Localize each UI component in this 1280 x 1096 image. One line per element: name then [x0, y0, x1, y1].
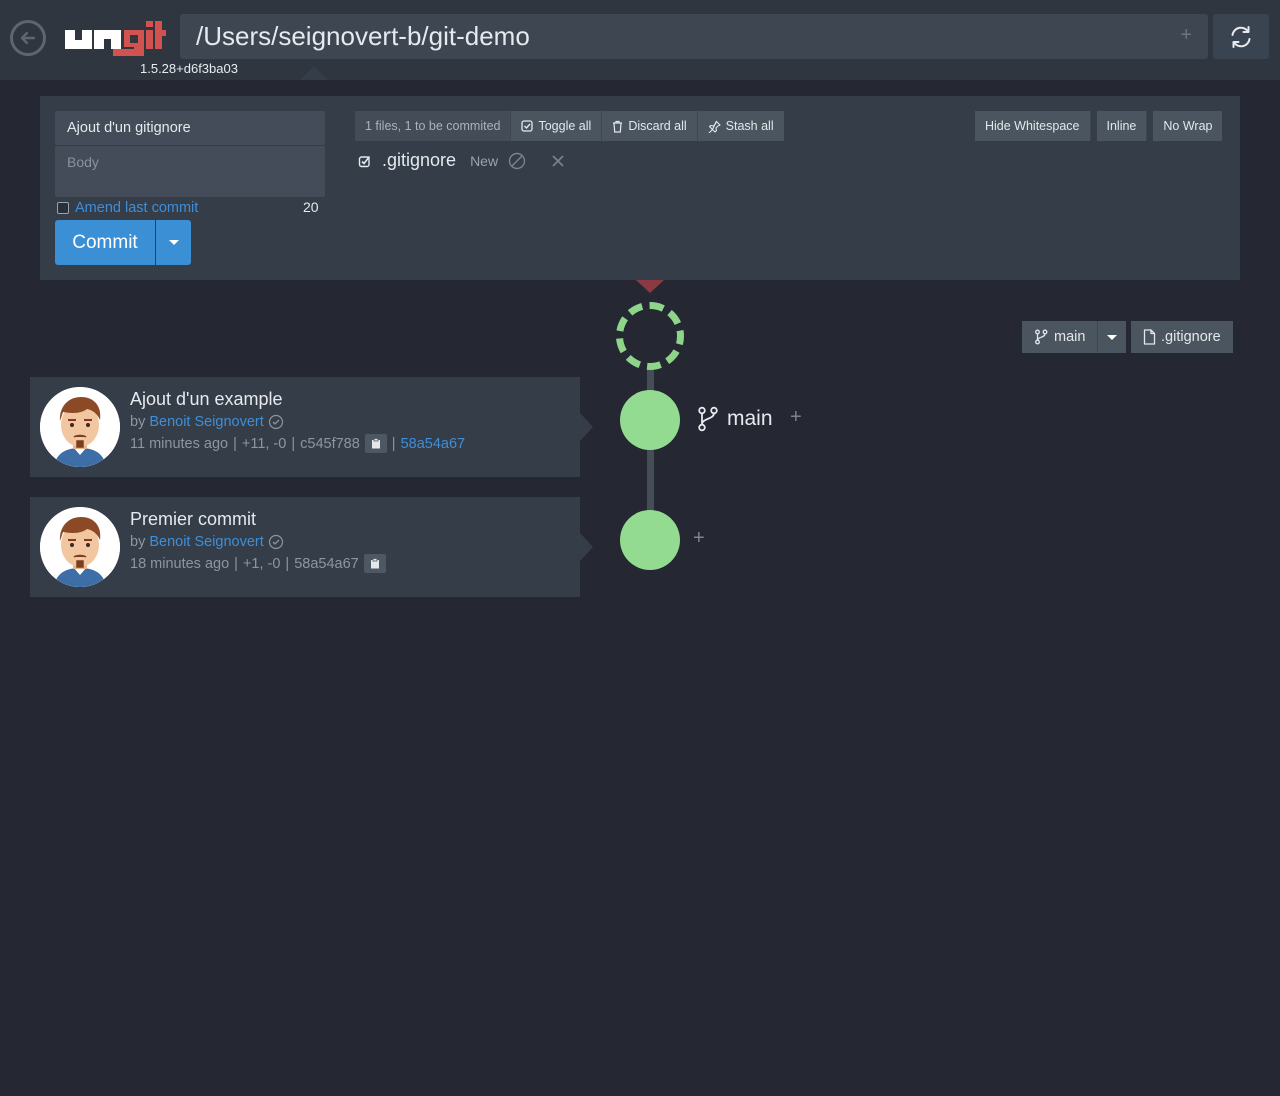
back-button[interactable] — [10, 20, 46, 56]
trash-icon — [613, 120, 623, 133]
discard-all-label: Discard all — [628, 119, 687, 133]
caret-down-icon — [168, 240, 179, 245]
file-filter-label: .gitignore — [1161, 329, 1221, 345]
file-checkbox-icon[interactable] — [358, 154, 372, 168]
branch-select-button[interactable]: main — [1022, 321, 1098, 353]
branch-name: main — [727, 407, 773, 430]
commit-meta: 18 minutes ago | +1, -0 | 58a54a67 — [130, 554, 386, 573]
amend-checkbox[interactable]: Amend last commit — [57, 200, 198, 216]
amend-label: Amend last commit — [75, 200, 199, 216]
commit-title-input[interactable] — [55, 111, 325, 145]
separator: | — [234, 555, 238, 572]
commit-meta: 11 minutes ago | +11, -0 | c545f788 | 58… — [130, 434, 465, 453]
commit-title: Ajout d'un example — [130, 389, 283, 409]
commit-sha: 58a54a67 — [294, 555, 359, 572]
panel-pointer — [300, 66, 328, 80]
author-link[interactable]: Benoit Seignovert — [149, 414, 263, 430]
separator: | — [291, 435, 296, 452]
commit-node[interactable] — [620, 390, 680, 450]
staging-panel: Amend last commit 20 Commit 1 files, 1 t… — [40, 96, 1240, 280]
branch-dropdown-button[interactable] — [1097, 321, 1127, 353]
commit-options-dropdown[interactable] — [156, 220, 191, 265]
caret-down-icon — [1107, 334, 1118, 340]
copy-sha-button[interactable] — [363, 554, 386, 573]
discard-all-button[interactable]: Discard all — [602, 111, 698, 141]
staging-node[interactable] — [616, 302, 684, 370]
verified-check-icon — [268, 414, 283, 430]
commit-time: 18 minutes ago — [130, 555, 230, 572]
verified-check-icon — [268, 534, 283, 550]
commit-card[interactable]: Premier commit by Benoit Seignovert 18 m… — [30, 497, 593, 597]
by-label: by — [130, 414, 146, 430]
repo-path-input[interactable] — [180, 14, 1208, 59]
commit-diff-stat: +1, -0 — [242, 555, 281, 572]
add-branch-plus-icon[interactable]: + — [790, 406, 802, 429]
no-wrap-button[interactable]: No Wrap — [1153, 111, 1223, 141]
stash-all-button[interactable]: Stash all — [697, 111, 784, 141]
avatar — [40, 507, 120, 587]
commit-author: by Benoit Seignovert — [130, 414, 284, 430]
staged-file-row: .gitignore New — [358, 150, 564, 171]
check-square-icon — [521, 120, 534, 132]
commit-node[interactable] — [620, 510, 680, 570]
commit-body-input[interactable] — [55, 145, 325, 197]
file-icon — [1143, 329, 1156, 345]
plus-icon[interactable]: + — [1180, 24, 1192, 47]
commit-diff-stat: +11, -0 — [241, 435, 287, 452]
discard-file-icon[interactable] — [552, 154, 564, 167]
arrow-left-icon — [20, 31, 36, 45]
refresh-button[interactable] — [1213, 14, 1269, 59]
commit-button[interactable]: Commit — [55, 220, 155, 265]
toggle-all-label: Toggle all — [538, 119, 592, 133]
branch-select-label: main — [1054, 329, 1086, 345]
graph-arrow — [636, 280, 664, 293]
file-name[interactable]: .gitignore — [382, 150, 456, 171]
char-count: 20 — [303, 199, 319, 215]
commit-author: by Benoit Seignovert — [130, 534, 284, 550]
file-status: New — [470, 152, 499, 169]
pin-icon — [708, 120, 721, 133]
git-branch-icon — [1035, 329, 1048, 345]
avatar — [40, 387, 120, 467]
path-bar: + — [180, 14, 1208, 59]
commit-sha: c545f788 — [300, 435, 360, 452]
by-label: by — [130, 534, 146, 550]
separator: | — [233, 435, 237, 452]
refresh-icon — [1231, 25, 1251, 48]
clipboard-icon — [370, 558, 379, 569]
clipboard-icon — [371, 438, 380, 449]
commit-time: 11 minutes ago — [130, 435, 229, 452]
commit-card[interactable]: Ajout d'un example by Benoit Seignovert … — [30, 377, 593, 477]
parent-sha-link[interactable]: 58a54a67 — [401, 436, 466, 452]
copy-sha-button[interactable] — [364, 434, 387, 453]
commit-title: Premier commit — [130, 509, 257, 529]
stash-all-label: Stash all — [725, 119, 774, 133]
inline-button[interactable]: Inline — [1096, 111, 1148, 141]
branch-selector: main — [1022, 321, 1127, 353]
top-bar: 1.5.28+d6f3ba03 + — [0, 0, 1280, 80]
toggle-all-button[interactable]: Toggle all — [511, 111, 603, 141]
file-filter-button[interactable]: .gitignore — [1131, 321, 1233, 353]
diff-options: Hide Whitespace Inline No Wrap — [975, 111, 1223, 141]
separator: | — [391, 435, 396, 452]
checkbox-icon — [57, 202, 69, 214]
staging-actions: 1 files, 1 to be commited Toggle all Dis… — [355, 111, 784, 141]
hide-whitespace-button[interactable]: Hide Whitespace — [975, 111, 1091, 141]
author-link[interactable]: Benoit Seignovert — [149, 534, 263, 550]
separator: | — [285, 555, 290, 572]
add-branch-plus-icon[interactable]: + — [693, 527, 705, 550]
branch-label-main[interactable]: main — [697, 406, 773, 432]
version-label: 1.5.28+d6f3ba03 — [140, 61, 238, 76]
files-count-label: 1 files, 1 to be commited — [355, 111, 512, 141]
ignore-file-icon[interactable] — [508, 152, 526, 170]
git-branch-icon — [698, 406, 718, 432]
